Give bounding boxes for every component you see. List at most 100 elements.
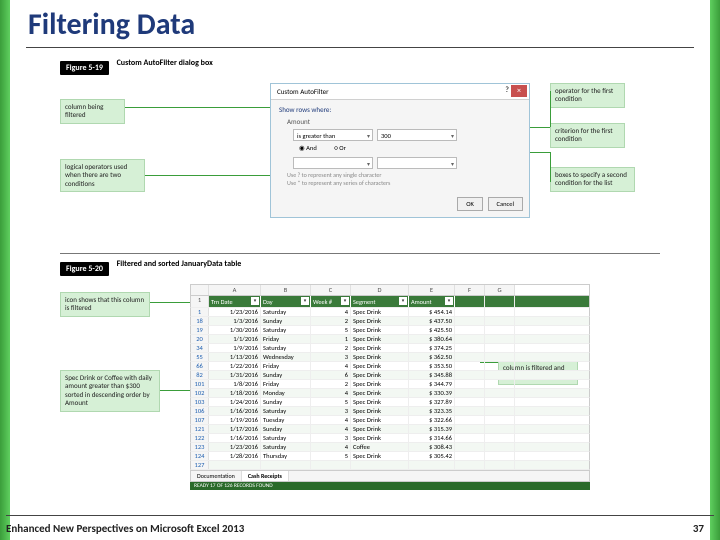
or-radio[interactable]: ○ Or bbox=[334, 144, 354, 152]
colhdr-B[interactable]: B bbox=[261, 285, 311, 295]
cell-day[interactable]: Saturday bbox=[261, 344, 311, 352]
cell-amount[interactable]: $ 305.42 bbox=[409, 452, 455, 460]
operator1-combo[interactable]: is greater than bbox=[293, 129, 373, 141]
cell-amount[interactable]: $ 380.64 bbox=[409, 335, 455, 343]
cell-segment[interactable]: Spec Drink bbox=[351, 398, 409, 406]
cell-day[interactable]: Saturday bbox=[261, 326, 311, 334]
cell-week[interactable]: 4 bbox=[311, 362, 351, 370]
cell-segment[interactable]: Spec Drink bbox=[351, 362, 409, 370]
cell-week[interactable]: 5 bbox=[311, 326, 351, 334]
cell-amount[interactable]: $ 308.43 bbox=[409, 443, 455, 451]
close-icon[interactable]: × bbox=[511, 85, 527, 97]
cell-date[interactable]: 1/3/2016 bbox=[209, 317, 261, 325]
table-row[interactable]: 341/9/2016Saturday2Spec Drink$ 374.25 bbox=[190, 344, 590, 353]
cell-segment[interactable]: Spec Drink bbox=[351, 416, 409, 424]
cell-week[interactable]: 5 bbox=[311, 452, 351, 460]
row-number[interactable]: 101 bbox=[191, 380, 209, 388]
ok-button[interactable]: OK bbox=[457, 197, 483, 211]
table-row[interactable]: 1211/17/2016Sunday4Spec Drink$ 315.39 bbox=[190, 425, 590, 434]
cell-segment[interactable]: Spec Drink bbox=[351, 371, 409, 379]
row-number[interactable]: 18 bbox=[191, 317, 209, 325]
cell-day[interactable]: Sunday bbox=[261, 317, 311, 325]
colhdr-D[interactable]: D bbox=[351, 285, 409, 295]
cell-amount[interactable]: $ 362.50 bbox=[409, 353, 455, 361]
cell-week[interactable]: 5 bbox=[311, 398, 351, 406]
and-radio[interactable]: ◉ And bbox=[299, 144, 325, 152]
cell-week[interactable]: 3 bbox=[311, 434, 351, 442]
table-row[interactable]: 1221/16/2016Saturday3Spec Drink$ 314.66 bbox=[190, 434, 590, 443]
cell-day[interactable]: Thursday bbox=[261, 452, 311, 460]
cell-segment[interactable] bbox=[351, 461, 409, 469]
table-row[interactable]: 821/31/2016Sunday6Spec Drink$ 345.88 bbox=[190, 371, 590, 380]
row-number[interactable]: 20 bbox=[191, 335, 209, 343]
cell-week[interactable]: 4 bbox=[311, 308, 351, 316]
table-row[interactable]: 11/23/2016Saturday4Spec Drink$ 454.14 bbox=[190, 308, 590, 317]
cell-date[interactable]: 1/16/2016 bbox=[209, 434, 261, 442]
table-row[interactable]: 191/30/2016Saturday5Spec Drink$ 425.50 bbox=[190, 326, 590, 335]
th-amount[interactable]: Amount bbox=[409, 296, 455, 307]
cell-day[interactable]: Saturday bbox=[261, 308, 311, 316]
cell-segment[interactable]: Spec Drink bbox=[351, 335, 409, 343]
cell-amount[interactable]: $ 425.50 bbox=[409, 326, 455, 334]
cell-day[interactable]: Saturday bbox=[261, 434, 311, 442]
row-number[interactable]: 34 bbox=[191, 344, 209, 352]
cell-day[interactable]: Wednesday bbox=[261, 353, 311, 361]
row-number[interactable]: 66 bbox=[191, 362, 209, 370]
cell-segment[interactable]: Spec Drink bbox=[351, 452, 409, 460]
cell-week[interactable]: 2 bbox=[311, 344, 351, 352]
cell-amount[interactable]: $ 330.39 bbox=[409, 389, 455, 397]
cell-date[interactable]: 1/1/2016 bbox=[209, 335, 261, 343]
cell-segment[interactable]: Spec Drink bbox=[351, 353, 409, 361]
cell-amount[interactable] bbox=[409, 461, 455, 469]
cell-date[interactable]: 1/28/2016 bbox=[209, 452, 261, 460]
tab-cash-receipts[interactable]: Cash Receipts bbox=[242, 471, 289, 481]
th-trn-date[interactable]: Trn Date bbox=[209, 296, 261, 307]
row-number[interactable]: 103 bbox=[191, 398, 209, 406]
cell-segment[interactable]: Spec Drink bbox=[351, 317, 409, 325]
table-row[interactable]: 1241/28/2016Thursday5Spec Drink$ 305.42 bbox=[190, 452, 590, 461]
cell-day[interactable]: Friday bbox=[261, 380, 311, 388]
cell-date[interactable]: 1/30/2016 bbox=[209, 326, 261, 334]
row-number[interactable]: 1 bbox=[191, 308, 209, 316]
cell-week[interactable]: 4 bbox=[311, 389, 351, 397]
cell-week[interactable]: 4 bbox=[311, 443, 351, 451]
cell-day[interactable]: Friday bbox=[261, 335, 311, 343]
tab-documentation[interactable]: Documentation bbox=[191, 471, 242, 481]
table-row[interactable]: 1231/23/2016Saturday4Coffee$ 308.43 bbox=[190, 443, 590, 452]
cell-amount[interactable]: $ 327.89 bbox=[409, 398, 455, 406]
cell-week[interactable] bbox=[311, 461, 351, 469]
table-row[interactable]: 1021/18/2016Monday4Spec Drink$ 330.39 bbox=[190, 389, 590, 398]
cell-week[interactable]: 2 bbox=[311, 380, 351, 388]
cell-date[interactable]: 1/19/2016 bbox=[209, 416, 261, 424]
th-segment[interactable]: Segment bbox=[351, 296, 409, 307]
cancel-button[interactable]: Cancel bbox=[488, 197, 523, 211]
cell-day[interactable]: Sunday bbox=[261, 371, 311, 379]
operator2-combo[interactable] bbox=[293, 157, 373, 169]
cell-amount[interactable]: $ 374.25 bbox=[409, 344, 455, 352]
row-number[interactable]: 106 bbox=[191, 407, 209, 415]
value1-combo[interactable]: 300 bbox=[377, 129, 457, 141]
cell-day[interactable]: Friday bbox=[261, 362, 311, 370]
cell-segment[interactable]: Spec Drink bbox=[351, 380, 409, 388]
cell-amount[interactable]: $ 344.79 bbox=[409, 380, 455, 388]
cell-week[interactable]: 1 bbox=[311, 335, 351, 343]
cell-amount[interactable]: $ 322.66 bbox=[409, 416, 455, 424]
cell-date[interactable]: 1/8/2016 bbox=[209, 380, 261, 388]
cell-day[interactable]: Sunday bbox=[261, 425, 311, 433]
cell-week[interactable]: 3 bbox=[311, 407, 351, 415]
table-row[interactable]: 1071/19/2016Tuesday4Spec Drink$ 322.66 bbox=[190, 416, 590, 425]
cell-date[interactable]: 1/22/2016 bbox=[209, 362, 261, 370]
th-week[interactable]: Week # bbox=[311, 296, 351, 307]
cell-week[interactable]: 3 bbox=[311, 353, 351, 361]
rowhdr-1[interactable]: 1 bbox=[191, 296, 209, 307]
cell-date[interactable]: 1/9/2016 bbox=[209, 344, 261, 352]
row-number[interactable]: 122 bbox=[191, 434, 209, 442]
cell-segment[interactable]: Coffee bbox=[351, 443, 409, 451]
cell-segment[interactable]: Spec Drink bbox=[351, 308, 409, 316]
table-row[interactable]: 181/3/2016Sunday2Spec Drink$ 437.50 bbox=[190, 317, 590, 326]
table-row[interactable]: 661/22/2016Friday4Spec Drink$ 353.50 bbox=[190, 362, 590, 371]
table-row[interactable]: 551/13/2016Wednesday3Spec Drink$ 362.50 bbox=[190, 353, 590, 362]
cell-amount[interactable]: $ 454.14 bbox=[409, 308, 455, 316]
row-number[interactable]: 102 bbox=[191, 389, 209, 397]
row-number[interactable]: 107 bbox=[191, 416, 209, 424]
